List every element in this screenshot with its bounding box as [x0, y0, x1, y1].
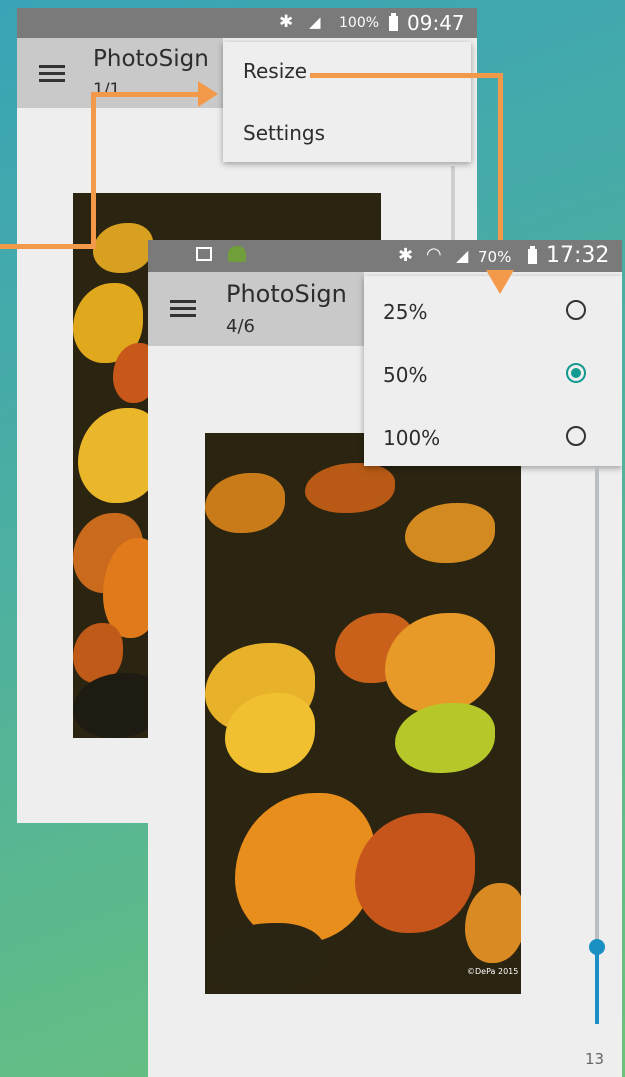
- status-time: 17:32: [546, 243, 610, 268]
- menu-icon[interactable]: [170, 300, 196, 303]
- battery-icon: [389, 13, 398, 31]
- status-time: 09:47: [407, 11, 465, 35]
- resize-option-50[interactable]: 50%: [383, 363, 427, 387]
- gallery-icon: [196, 247, 212, 261]
- arrow-head-icon: [486, 270, 514, 294]
- menu-item-resize[interactable]: Resize: [243, 59, 307, 83]
- battery-icon: [528, 246, 537, 264]
- radio-50[interactable]: [566, 363, 586, 383]
- arrow-line: [91, 92, 96, 249]
- menu-item-settings[interactable]: Settings: [243, 121, 325, 145]
- signal-icon: ◢: [309, 13, 321, 31]
- arrow-line: [310, 73, 503, 78]
- bluetooth-icon: ✱: [398, 245, 414, 266]
- radio-100[interactable]: [566, 426, 586, 446]
- app-title: PhotoSign: [93, 46, 209, 72]
- resize-option-25[interactable]: 25%: [383, 300, 427, 324]
- bluetooth-icon: ✱: [279, 12, 294, 32]
- wifi-icon: ◠: [426, 244, 442, 265]
- battery-percent: 70%: [478, 248, 512, 266]
- android-icon: [228, 246, 246, 262]
- resize-options-menu: 25% 50% 100%: [364, 276, 622, 466]
- arrow-line: [91, 92, 201, 97]
- app-title: PhotoSign: [226, 280, 347, 308]
- status-bar: ✱ ◢ 100% 09:47: [17, 8, 477, 38]
- arrow-head-icon: [198, 81, 218, 107]
- photo-watermark: ©DePa 2015: [467, 967, 519, 976]
- photo-counter: 4/6: [226, 316, 255, 337]
- app-bar: PhotoSign 4/6: [148, 272, 364, 346]
- size-slider-fill: [595, 946, 599, 1024]
- status-bar: ✱ ◠ ◢ 70% 17:32: [148, 240, 622, 272]
- signal-icon: ◢: [456, 246, 469, 265]
- app-bar: PhotoSign 1/1: [17, 38, 223, 108]
- photo-counter: 1/1: [93, 80, 121, 100]
- front-phone-screen: ✱ ◠ ◢ 70% 17:32 PhotoSign 4/6 ©DePa 2015…: [148, 240, 622, 1077]
- resize-option-100[interactable]: 100%: [383, 426, 440, 450]
- overflow-menu: Resize Settings: [223, 42, 471, 162]
- slider-value: 13: [585, 1050, 605, 1068]
- arrow-line: [0, 244, 96, 249]
- autumn-leaves-photo: ©DePa 2015: [205, 433, 521, 994]
- battery-percent: 100%: [339, 15, 380, 31]
- menu-icon[interactable]: [39, 65, 65, 68]
- size-slider-thumb[interactable]: [589, 939, 605, 955]
- radio-25[interactable]: [566, 300, 586, 320]
